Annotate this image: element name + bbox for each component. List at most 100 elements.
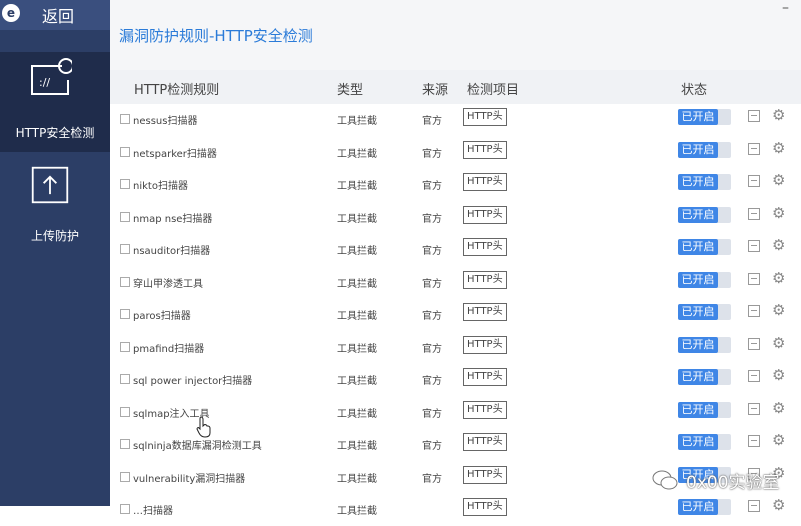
row-checkbox[interactable] — [120, 114, 130, 124]
rule-source: 官方 — [422, 116, 442, 127]
sidebar: e 返回 :// HTTP安全检测 上传防护 — [0, 0, 110, 506]
rule-item-tag: HTTP头 — [463, 433, 507, 451]
rule-name: pmafind扫描器 — [133, 343, 205, 355]
collapse-icon[interactable] — [748, 435, 760, 447]
rule-item-tag: HTTP头 — [463, 368, 507, 386]
gear-icon[interactable]: ⚙ — [772, 204, 785, 222]
sidebar-item-label: HTTP安全检测 — [15, 126, 95, 140]
collapse-icon[interactable] — [748, 272, 760, 285]
status-toggle[interactable]: 已开启 — [678, 109, 731, 125]
rule-name: sqlninja数据库漏洞检测工具 — [133, 441, 262, 452]
rule-source: 官方 — [422, 181, 442, 192]
gear-icon[interactable]: ⚙ — [772, 496, 785, 514]
row-checkbox[interactable] — [120, 211, 130, 222]
rule-type: 工具拦截 — [337, 376, 377, 387]
rule-item-tag: HTTP头 — [463, 465, 507, 484]
gear-icon[interactable]: ⚙ — [772, 171, 785, 189]
row-checkbox[interactable] — [120, 309, 130, 319]
status-toggle[interactable]: 已开启 — [678, 336, 731, 353]
row-checkbox[interactable] — [120, 471, 130, 482]
column-rule: HTTP检测规则 — [134, 83, 220, 98]
rule-type: 工具拦截 — [337, 506, 377, 517]
status-toggle[interactable]: 已开启 — [678, 141, 731, 158]
rule-name: paros扫描器 — [133, 311, 191, 322]
back-label: 返回 — [42, 7, 75, 26]
row-checkbox[interactable] — [120, 341, 130, 352]
status-toggle[interactable]: 已开启 — [678, 271, 731, 288]
collapse-icon[interactable] — [748, 175, 760, 187]
status-toggle[interactable]: 已开启 — [678, 239, 731, 255]
gear-icon[interactable]: ⚙ — [772, 269, 785, 287]
collapse-icon[interactable] — [748, 402, 760, 415]
rule-source: 官方 — [422, 441, 442, 452]
status-toggle[interactable]: 已开启 — [678, 499, 731, 515]
status-toggle[interactable]: 已开启 — [678, 401, 731, 418]
table-row: nikto扫描器 工具拦截 官方 HTTP头 已开启 ⚙ — [110, 169, 801, 201]
gear-icon[interactable]: ⚙ — [772, 106, 785, 124]
column-status: 状态 — [681, 83, 708, 98]
row-checkbox[interactable] — [120, 276, 130, 287]
collapse-icon[interactable] — [748, 110, 760, 122]
column-type: 类型 — [337, 83, 364, 98]
gear-icon[interactable]: ⚙ — [772, 139, 785, 157]
collapse-icon[interactable] — [748, 500, 760, 512]
collapse-icon[interactable] — [748, 337, 760, 350]
rule-item-tag: HTTP头 — [463, 140, 507, 159]
rule-type: 工具拦截 — [337, 473, 377, 485]
column-item: 检测项目 — [467, 83, 520, 98]
rule-name: nmap nse扫描器 — [133, 213, 213, 225]
row-checkbox[interactable] — [120, 439, 130, 449]
status-label: 已开启 — [678, 304, 718, 320]
status-label: 已开启 — [678, 499, 718, 515]
hand-cursor-icon — [196, 416, 211, 438]
table-header: HTTP检测规则 类型 来源 检测项目 状态 — [110, 70, 801, 104]
row-checkbox[interactable] — [120, 179, 130, 189]
watermark-text: 0x00实验室 — [686, 473, 780, 493]
gear-icon[interactable]: ⚙ — [772, 236, 785, 254]
table-row: pmafind扫描器 工具拦截 官方 HTTP头 已开启 ⚙ — [110, 332, 801, 364]
status-label: 已开启 — [678, 109, 718, 125]
rule-name: sql power injector扫描器 — [133, 376, 253, 387]
rule-source: 官方 — [422, 473, 442, 485]
gear-icon[interactable]: ⚙ — [772, 431, 785, 449]
rule-item-tag: HTTP头 — [463, 173, 507, 191]
table-row: paros扫描器 工具拦截 官方 HTTP头 已开启 ⚙ — [110, 299, 801, 331]
rule-source: 官方 — [422, 148, 442, 160]
back-button[interactable]: e 返回 — [0, 0, 110, 30]
collapse-icon[interactable] — [748, 240, 760, 252]
gear-icon[interactable]: ⚙ — [772, 366, 785, 384]
row-checkbox[interactable] — [120, 244, 130, 254]
gear-icon[interactable]: ⚙ — [772, 334, 785, 352]
rule-source: 官方 — [422, 343, 442, 355]
status-toggle[interactable]: 已开启 — [678, 304, 731, 320]
status-toggle[interactable]: 已开启 — [678, 434, 731, 450]
collapse-icon[interactable] — [748, 370, 760, 382]
row-checkbox[interactable] — [120, 374, 130, 384]
rule-source: 官方 — [422, 408, 442, 420]
status-toggle[interactable]: 已开启 — [678, 206, 731, 223]
rule-type: 工具拦截 — [337, 181, 377, 192]
rule-type: 工具拦截 — [337, 213, 377, 225]
rule-source: 官方 — [422, 246, 442, 257]
sidebar-item-http-security[interactable]: :// HTTP安全检测 — [0, 52, 110, 152]
status-toggle[interactable]: 已开启 — [678, 174, 731, 190]
gear-icon[interactable]: ⚙ — [772, 399, 785, 417]
page-title: 漏洞防护规则-HTTP安全检测 — [119, 27, 313, 45]
status-toggle[interactable]: 已开启 — [678, 369, 731, 385]
table-row: sqlninja数据库漏洞检测工具 工具拦截 官方 HTTP头 已开启 ⚙ — [110, 429, 801, 461]
rule-name: nikto扫描器 — [133, 181, 188, 192]
collapse-icon[interactable] — [748, 142, 760, 155]
row-checkbox[interactable] — [120, 146, 130, 157]
rule-item-tag: HTTP头 — [463, 108, 507, 126]
table-row: nsauditor扫描器 工具拦截 官方 HTTP头 已开启 ⚙ — [110, 234, 801, 266]
collapse-icon[interactable] — [748, 207, 760, 220]
status-label: 已开启 — [678, 336, 718, 353]
gear-icon[interactable]: ⚙ — [772, 301, 785, 319]
collapse-icon[interactable] — [748, 305, 760, 317]
sidebar-item-upload[interactable]: 上传防护 — [0, 157, 110, 257]
table-row: 穿山甲渗透工具 工具拦截 官方 HTTP头 已开启 ⚙ — [110, 267, 801, 299]
minimize-button[interactable]: – — [782, 0, 789, 16]
row-checkbox[interactable] — [120, 406, 130, 417]
status-label: 已开启 — [678, 206, 718, 223]
rule-item-tag: HTTP头 — [463, 335, 507, 354]
